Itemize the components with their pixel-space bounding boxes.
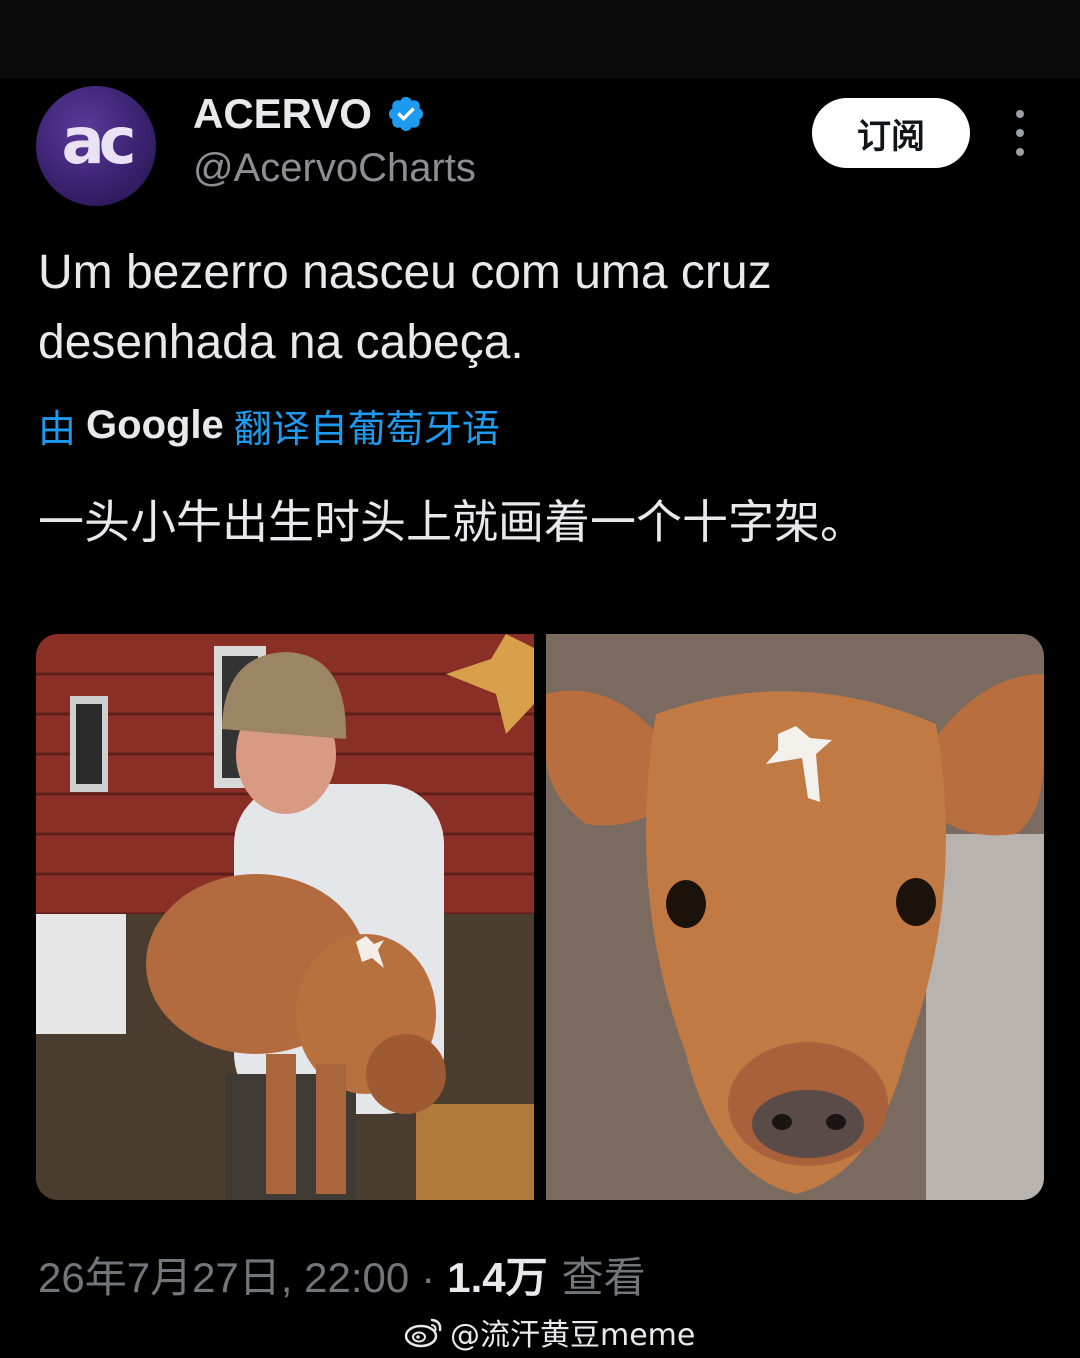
more-dot [1016, 129, 1024, 137]
avatar[interactable]: ac [36, 86, 156, 206]
views-count: 1.4万 [447, 1254, 548, 1301]
top-bar [0, 0, 1080, 78]
tweet-text-line: Um bezerro nasceu com uma cruz [38, 246, 772, 299]
media-grid [36, 634, 1044, 1200]
tweet-timestamp[interactable]: 26年7月27日, 22:00 [38, 1244, 409, 1305]
calf-closeup-photo[interactable] [546, 634, 1044, 1200]
tweet-text-line: desenhada na cabeça. [38, 316, 524, 369]
translated-text: 一头小牛出生时头上就画着一个十字架。 [38, 495, 866, 549]
translate-source-label[interactable]: 翻译自葡萄牙语 [234, 398, 500, 453]
views-label: 查看 [561, 1254, 646, 1301]
tweet-text: Um bezerro nasceu com uma cruz desenhada… [38, 238, 1038, 378]
translate-prefix: 由 [38, 407, 77, 451]
man-holding-calf-photo[interactable] [36, 634, 534, 1200]
separator-dot: · [421, 1254, 436, 1301]
display-name-row[interactable]: ACERVO [193, 90, 426, 138]
watermark-text: @流汗黄豆meme [450, 1318, 696, 1353]
subscribe-button[interactable]: 订阅 [812, 98, 970, 168]
weibo-icon [404, 1318, 442, 1348]
tweet-meta: 26年7月27日, 22:00 · 1.4万 查看 [38, 1244, 646, 1305]
avatar-logo-text: ac [61, 105, 136, 179]
more-dot [1016, 110, 1024, 118]
account-handle[interactable]: @AcervoCharts [193, 146, 476, 191]
display-name[interactable]: ACERVO [193, 90, 372, 138]
translation-attribution[interactable]: 由 Google 翻译自葡萄牙语 [38, 398, 500, 453]
verified-badge-icon [388, 96, 424, 132]
more-dot [1016, 148, 1024, 156]
more-vertical-icon[interactable] [1004, 110, 1036, 156]
watermark: @流汗黄豆meme [404, 1310, 695, 1354]
google-logo-text: Google [86, 403, 224, 447]
